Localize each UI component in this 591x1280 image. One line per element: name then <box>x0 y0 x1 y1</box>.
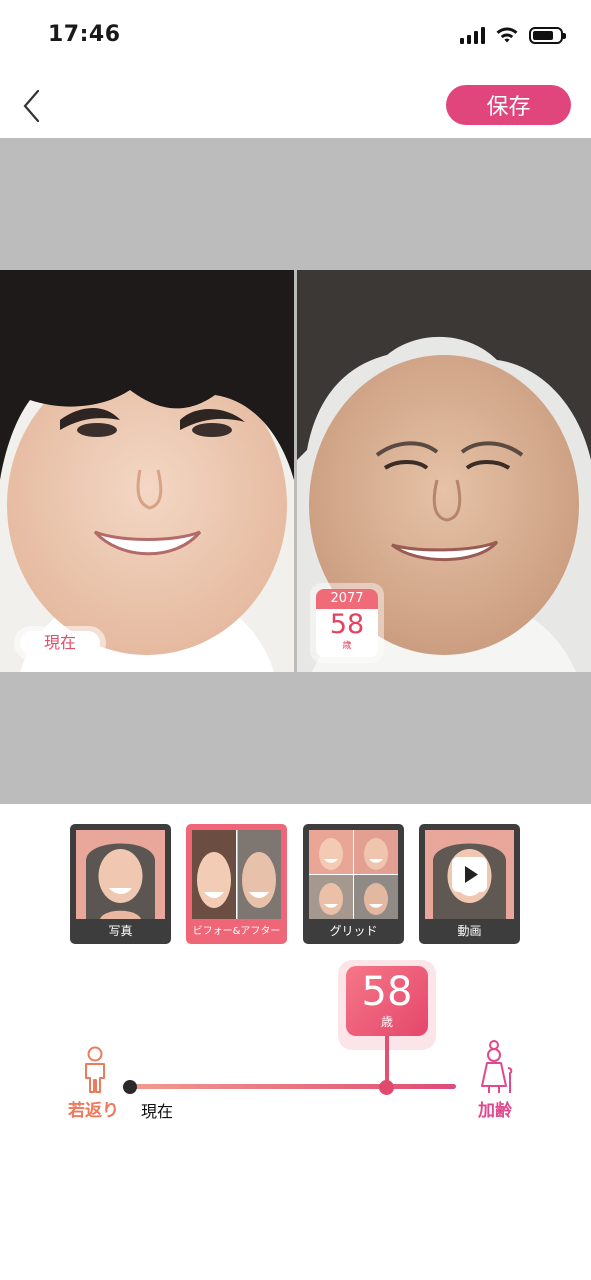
elder-icon[interactable] <box>478 1040 516 1094</box>
save-button[interactable]: 保存 <box>446 85 571 125</box>
battery-icon <box>529 26 566 44</box>
child-icon[interactable] <box>78 1046 112 1094</box>
now-label: 現在 <box>141 1102 174 1121</box>
back-button[interactable] <box>14 82 58 130</box>
mode-grid-tile[interactable]: グリッド <box>303 824 404 944</box>
cellular-signal-icon <box>460 26 485 44</box>
status-time: 17:46 <box>48 22 121 47</box>
mode-photo-thumbnail <box>76 830 165 919</box>
wifi-icon <box>496 27 518 43</box>
play-icon <box>452 857 487 892</box>
age-unit: 歳 <box>380 1015 393 1029</box>
calendar-age: 58 <box>329 609 365 640</box>
mode-before-after-thumbnail <box>192 830 281 919</box>
chevron-left-icon <box>23 89 40 123</box>
status-bar: 17:46 <box>0 0 591 70</box>
predicted-age-calendar: 2077 58 歳 <box>310 583 384 663</box>
calendar-year: 2077 <box>316 589 378 609</box>
current-age-badge: 現在 <box>14 626 106 660</box>
calendar-icon: 2077 58 歳 <box>316 589 378 657</box>
mode-before-after-label: ビフォー&アフター <box>192 926 281 937</box>
mode-video-label: 動画 <box>457 924 482 938</box>
current-age-label: 現在 <box>20 631 100 655</box>
mode-photo-label: 写真 <box>108 924 133 938</box>
mode-video-thumbnail <box>425 830 514 919</box>
preview-area: 現在 2077 58 歳 <box>0 138 591 804</box>
before-photo <box>0 270 294 672</box>
mode-video-tile[interactable]: 動画 <box>419 824 520 944</box>
aging-label[interactable]: 加齢 <box>478 1096 512 1121</box>
mode-before-after-tile[interactable]: ビフォー&アフター <box>186 824 287 944</box>
calendar-age-unit: 歳 <box>342 641 352 651</box>
age-slider-handle[interactable] <box>379 1080 394 1095</box>
mode-grid-thumbnail <box>309 830 398 919</box>
age-slider-track[interactable] <box>130 1084 456 1089</box>
mode-grid-label: グリッド <box>329 924 378 938</box>
slider-now-marker <box>123 1080 137 1094</box>
mode-photo-tile[interactable]: 写真 <box>70 824 171 944</box>
age-indicator: 58 歳 <box>346 966 428 1036</box>
rejuvenate-label[interactable]: 若返り <box>68 1096 119 1121</box>
status-icons <box>460 26 566 44</box>
age-value: 58 <box>361 969 413 1015</box>
